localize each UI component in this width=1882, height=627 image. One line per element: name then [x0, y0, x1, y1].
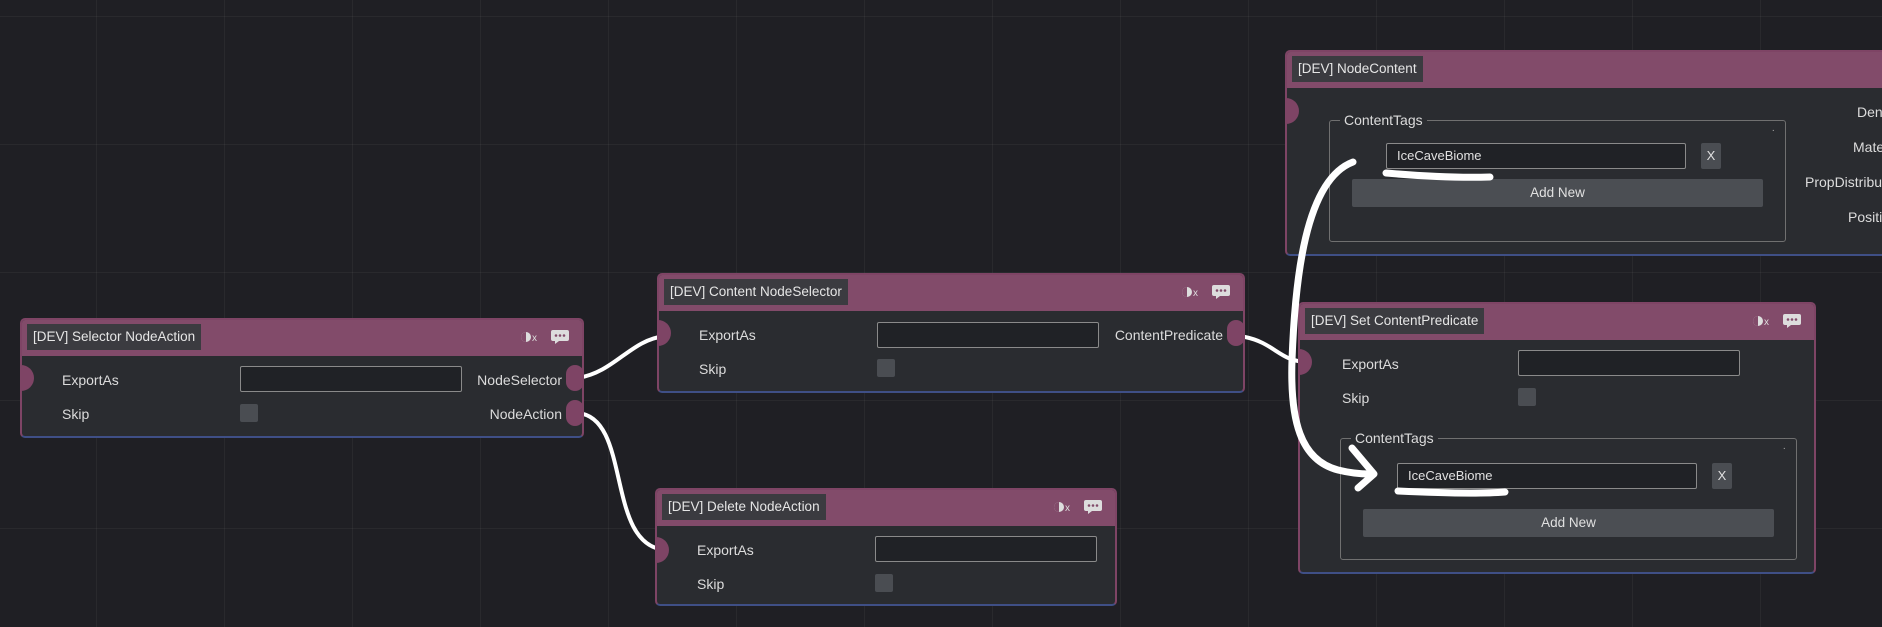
- node-header[interactable]: [DEV] Selector NodeAction x: [22, 320, 582, 356]
- skip-checkbox[interactable]: [1518, 388, 1536, 406]
- propdistribution-label: PropDistribut: [1805, 174, 1882, 190]
- node-header[interactable]: [DEV] Delete NodeAction x: [657, 490, 1115, 526]
- node-selector-nodeaction[interactable]: [DEV] Selector NodeAction x ExportAs Ski…: [20, 318, 584, 438]
- node-delete-nodeaction[interactable]: [DEV] Delete NodeAction x ExportAs Skip: [655, 488, 1117, 606]
- contenttags-fieldset: ContentTags · IceCaveBiome X Add New: [1329, 112, 1786, 242]
- exportas-label: ExportAs: [697, 542, 754, 558]
- fieldset-menu-dots[interactable]: ·: [1783, 444, 1786, 454]
- nodeaction-output-label: NodeAction: [489, 406, 562, 422]
- skip-label: Skip: [697, 576, 725, 592]
- comment-icon[interactable]: [1782, 313, 1802, 329]
- node-title: [DEV] NodeContent: [1292, 56, 1423, 82]
- node-header[interactable]: [DEV] Content NodeSelector x: [659, 275, 1243, 311]
- skip-checkbox[interactable]: [240, 404, 258, 422]
- svg-text:x: x: [1193, 288, 1198, 299]
- exportas-input[interactable]: [240, 366, 462, 392]
- add-new-tag-button[interactable]: Add New: [1363, 509, 1774, 537]
- svg-text:x: x: [532, 333, 537, 344]
- content-tag-input[interactable]: IceCaveBiome: [1386, 143, 1686, 169]
- node-title: [DEV] Set ContentPredicate: [1305, 308, 1485, 334]
- skip-label: Skip: [699, 361, 727, 377]
- skip-checkbox[interactable]: [877, 359, 895, 377]
- contenttags-fieldset: ContentTags · IceCaveBiome X Add New: [1340, 430, 1797, 560]
- contenttags-legend: ContentTags: [1351, 430, 1438, 446]
- content-tag-input[interactable]: IceCaveBiome: [1397, 463, 1697, 489]
- node-set-contentpredicate[interactable]: [DEV] Set ContentPredicate x ExportAs Sk…: [1298, 302, 1816, 574]
- exportas-input[interactable]: [1518, 350, 1740, 376]
- skip-label: Skip: [62, 406, 90, 422]
- material-label: Mate: [1853, 139, 1882, 155]
- comment-icon[interactable]: [1211, 284, 1231, 300]
- toggle-icon[interactable]: x: [1181, 284, 1201, 300]
- toggle-icon[interactable]: x: [1053, 499, 1073, 515]
- svg-text:x: x: [1764, 317, 1769, 328]
- exportas-input[interactable]: [877, 322, 1099, 348]
- node-nodecontent[interactable]: [DEV] NodeContent ContentTags · IceCaveB…: [1285, 50, 1882, 256]
- node-title: [DEV] Selector NodeAction: [27, 324, 202, 350]
- toggle-icon[interactable]: x: [520, 329, 540, 345]
- remove-tag-button[interactable]: X: [1712, 463, 1732, 489]
- node-title: [DEV] Delete NodeAction: [662, 494, 826, 520]
- node-content-nodeselector[interactable]: [DEV] Content NodeSelector x ExportAs Sk…: [657, 273, 1245, 393]
- add-new-tag-button[interactable]: Add New: [1352, 179, 1763, 207]
- svg-text:x: x: [1065, 503, 1070, 514]
- contentpredicate-output-label: ContentPredicate: [1114, 327, 1223, 343]
- node-title: [DEV] Content NodeSelector: [664, 279, 848, 305]
- position-label: Positi: [1848, 209, 1882, 225]
- exportas-label: ExportAs: [699, 327, 756, 343]
- exportas-label: ExportAs: [1342, 356, 1399, 372]
- skip-label: Skip: [1342, 390, 1370, 406]
- node-header[interactable]: [DEV] NodeContent: [1287, 52, 1882, 88]
- toggle-icon[interactable]: x: [1752, 313, 1772, 329]
- nodeselector-output-port[interactable]: [566, 365, 584, 391]
- exportas-label: ExportAs: [62, 372, 119, 388]
- density-label: Dens: [1857, 104, 1882, 120]
- fieldset-menu-dots[interactable]: ·: [1772, 126, 1775, 136]
- nodeselector-output-label: NodeSelector: [477, 372, 562, 388]
- wire-nodeaction-to-delete: [576, 411, 667, 552]
- contentpredicate-output-port[interactable]: [1227, 320, 1245, 346]
- nodeaction-output-port[interactable]: [566, 400, 584, 426]
- contenttags-legend: ContentTags: [1340, 112, 1427, 128]
- skip-checkbox[interactable]: [875, 574, 893, 592]
- remove-tag-button[interactable]: X: [1701, 143, 1721, 169]
- exportas-input[interactable]: [875, 536, 1097, 562]
- comment-icon[interactable]: [550, 329, 570, 345]
- comment-icon[interactable]: [1083, 499, 1103, 515]
- wire-nodeselector-to-content: [576, 334, 667, 380]
- node-header[interactable]: [DEV] Set ContentPredicate x: [1300, 304, 1814, 340]
